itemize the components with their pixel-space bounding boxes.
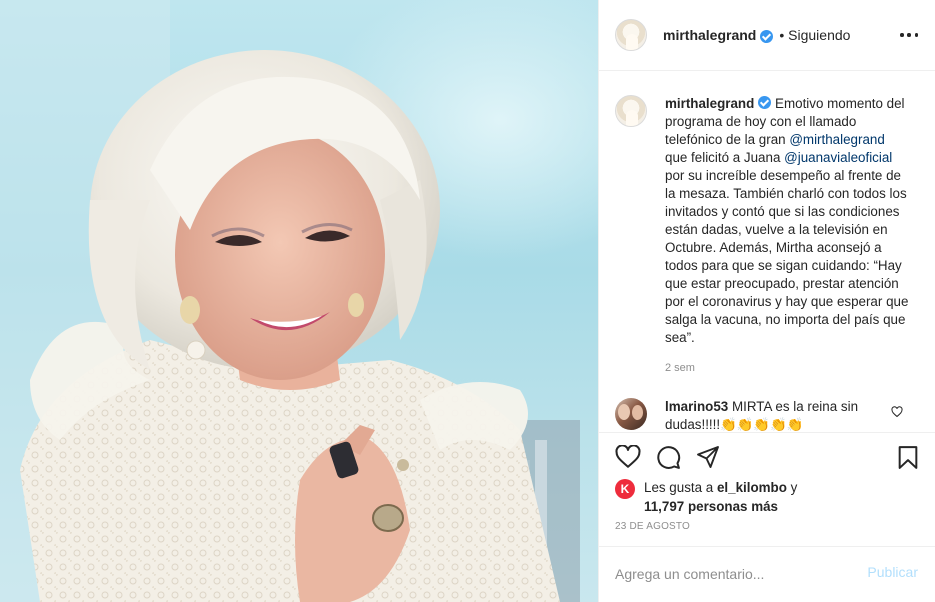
heart-icon[interactable] <box>615 445 641 469</box>
liker-username[interactable]: el_kilombo <box>717 480 787 495</box>
likes-summary: K Les gusta a el_kilombo y 11,797 person… <box>615 478 925 516</box>
caption: mirthalegrand Emotivo momento del progra… <box>615 95 925 347</box>
post-date[interactable]: 23 DE AGOSTO <box>615 521 690 532</box>
comment-like-heart-icon[interactable] <box>891 406 903 418</box>
comment-input[interactable] <box>615 564 845 584</box>
likes-connector: y <box>786 480 798 495</box>
profile-avatar[interactable] <box>615 19 647 51</box>
post-header: mirthalegrand • Siguiendo <box>599 0 935 71</box>
likes-text: Les gusta a el_kilombo y 11,797 personas… <box>644 478 797 516</box>
post-photo-illustration <box>0 0 580 602</box>
publish-button[interactable]: Publicar <box>867 564 918 580</box>
header-username[interactable]: mirthalegrand <box>663 27 756 43</box>
comment-icon[interactable] <box>656 445 681 470</box>
comment-item: lmarino53 MIRTA es la reina sin dudas!!!… <box>615 398 925 432</box>
caption-timestamp[interactable]: 2 sem <box>665 362 695 374</box>
mention-link[interactable]: @mirthalegrand <box>789 132 884 147</box>
caption-part-2: que felicitó a Juana <box>665 150 785 165</box>
mention-link[interactable]: @juanavialeoficial <box>784 150 892 165</box>
add-comment-bar: Publicar <box>599 546 935 602</box>
share-icon[interactable] <box>696 445 720 469</box>
post-side-panel: mirthalegrand • Siguiendo mirthalegrand … <box>598 0 935 602</box>
likes-count-link[interactable]: 11,797 personas más <box>644 499 778 514</box>
post-actions <box>599 432 935 482</box>
comment-text: lmarino53 MIRTA es la reina sin dudas!!!… <box>665 398 900 432</box>
likes-prefix: Les gusta a <box>644 480 717 495</box>
caption-username[interactable]: mirthalegrand <box>665 96 754 111</box>
comments-section[interactable]: mirthalegrand Emotivo momento del progra… <box>599 72 935 432</box>
commenter-avatar[interactable] <box>615 398 647 430</box>
post-image[interactable] <box>0 0 598 602</box>
verified-badge-icon <box>760 29 774 43</box>
save-icon[interactable] <box>897 445 919 470</box>
commenter-username[interactable]: lmarino53 <box>665 399 728 414</box>
caption-text: mirthalegrand Emotivo momento del progra… <box>665 95 910 347</box>
caption-avatar[interactable] <box>615 95 647 127</box>
liker-avatar[interactable]: K <box>615 479 635 499</box>
more-options-icon[interactable] <box>900 25 918 45</box>
verified-badge-icon <box>758 96 772 109</box>
caption-part-3: por su increíble desempeño al frente de … <box>665 168 909 345</box>
follow-status-button[interactable]: • Siguiendo <box>779 27 850 43</box>
